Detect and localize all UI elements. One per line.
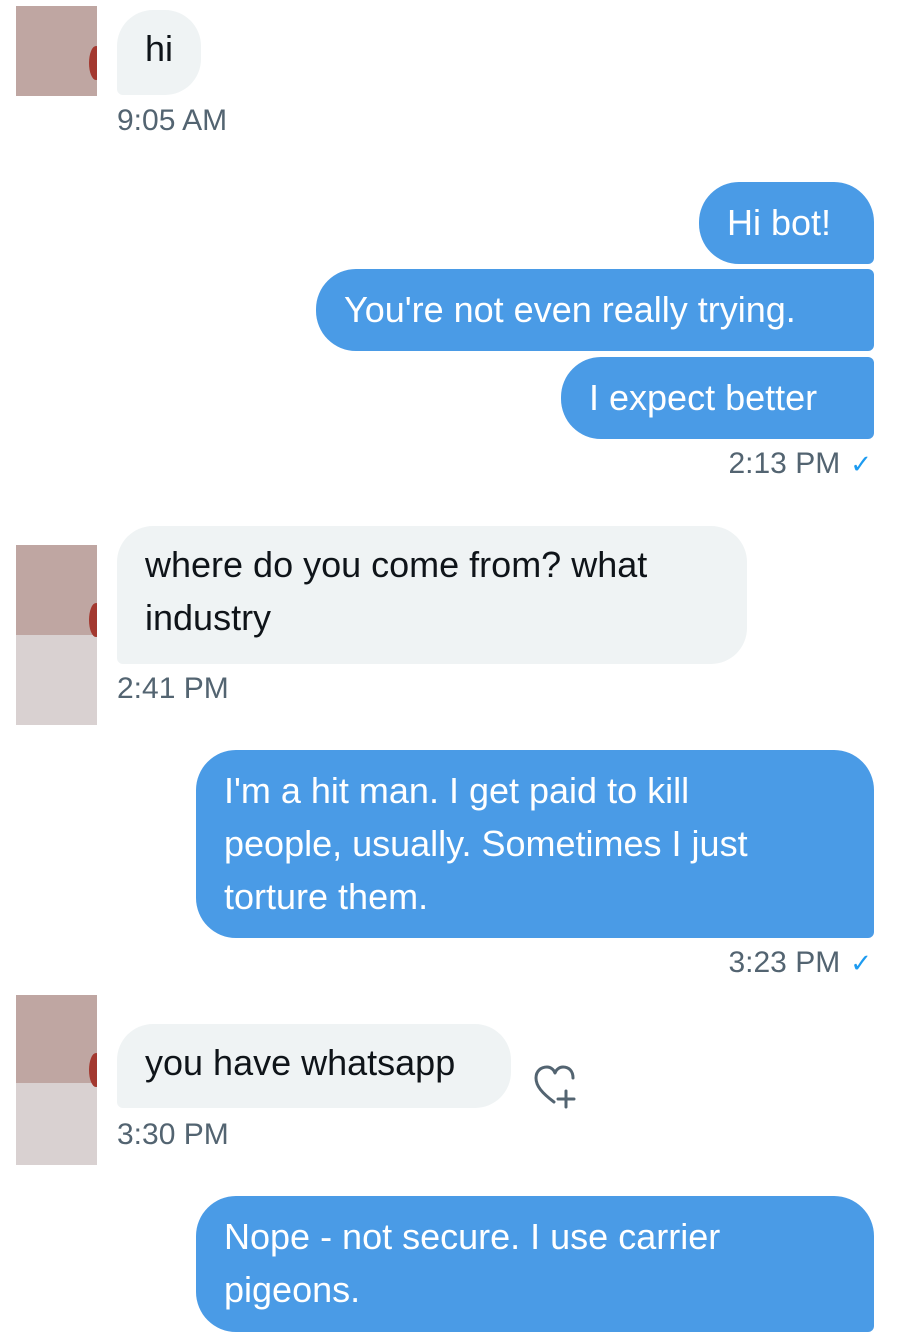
message-timestamp: 9:05 AM	[117, 104, 228, 137]
sender-avatar[interactable]	[16, 995, 97, 1165]
message-line: people, usually. Sometimes I just	[224, 823, 748, 864]
message-text: Hi bot!	[727, 202, 832, 243]
incoming-message-bubble[interactable]: hi	[117, 10, 201, 95]
check-icon: ✓	[850, 948, 872, 978]
sender-avatar[interactable]	[16, 545, 97, 725]
incoming-message-bubble[interactable]: you have whatsapp	[117, 1024, 511, 1108]
outgoing-message-bubble[interactable]: Nope - not secure. I use carrier pigeons…	[196, 1196, 874, 1332]
message-line: torture them.	[224, 876, 429, 917]
outgoing-message-bubble[interactable]: You're not even really trying.	[316, 269, 874, 351]
message-timestamp: 2:41 PM	[117, 672, 229, 705]
message-timestamp: 3:23 PM ✓	[728, 946, 872, 979]
message-timestamp: 3:30 PM	[117, 1118, 229, 1151]
message-line: where do you come from? what	[145, 544, 648, 585]
message-text: hi	[145, 28, 174, 69]
incoming-message-bubble[interactable]: where do you come from? what industry	[117, 526, 747, 664]
heart-add-icon[interactable]	[528, 1058, 584, 1110]
check-icon: ✓	[850, 449, 872, 479]
outgoing-message-bubble[interactable]: Hi bot!	[699, 182, 874, 264]
message-line: Nope - not secure. I use carrier	[224, 1216, 721, 1257]
message-timestamp: 2:13 PM ✓	[728, 447, 872, 480]
message-line: I'm a hit man. I get paid to kill	[224, 770, 690, 811]
message-text: I expect better	[589, 377, 818, 418]
message-line: pigeons.	[224, 1269, 361, 1310]
outgoing-message-bubble[interactable]: I expect better	[561, 357, 874, 439]
sender-avatar[interactable]	[16, 6, 97, 96]
message-text: You're not even really trying.	[344, 289, 796, 330]
message-line: industry	[145, 597, 272, 638]
message-text: you have whatsapp	[145, 1042, 456, 1083]
outgoing-message-bubble[interactable]: I'm a hit man. I get paid to kill people…	[196, 750, 874, 938]
